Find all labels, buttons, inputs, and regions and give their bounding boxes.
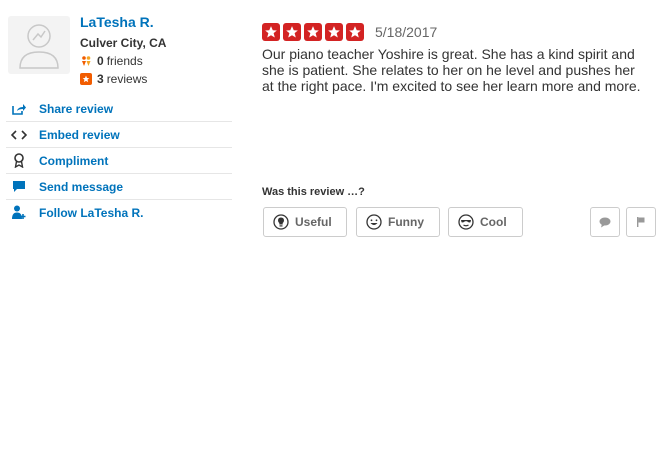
- cool-button[interactable]: Cool: [448, 207, 523, 237]
- user-name[interactable]: LaTesha R.: [80, 14, 154, 30]
- compliment-icon: [9, 153, 29, 169]
- comment-button[interactable]: [590, 207, 620, 237]
- star-icon: [346, 23, 364, 41]
- friends-count: 0 friends: [80, 54, 143, 68]
- share-review-label: Share review: [39, 101, 114, 116]
- friends-count-value: 0: [97, 54, 104, 68]
- compliment-label: Compliment: [39, 153, 109, 168]
- flag-icon: [637, 217, 645, 227]
- flag-button[interactable]: [626, 207, 656, 237]
- user-location: Culver City, CA: [80, 36, 167, 50]
- sunglasses-icon: [458, 214, 474, 230]
- embed-review-label: Embed review: [39, 127, 120, 142]
- star-icon: [283, 23, 301, 41]
- follow-user-label: Follow LaTesha R.: [39, 205, 144, 220]
- send-message-label: Send message: [39, 179, 124, 194]
- star-icon: [304, 23, 322, 41]
- avatar-placeholder-icon: [19, 24, 59, 69]
- rating-stars: [262, 23, 367, 41]
- star-badge-icon: [80, 73, 92, 85]
- review-actions: Share review Embed review Compliment Sen…: [6, 96, 232, 225]
- embed-icon: [9, 127, 29, 143]
- reviews-count-label: reviews: [106, 72, 148, 86]
- user-avatar[interactable]: [8, 16, 70, 74]
- send-message-link[interactable]: Send message: [6, 174, 232, 200]
- follow-user-link[interactable]: Follow LaTesha R.: [6, 200, 232, 225]
- follow-icon: [9, 205, 29, 221]
- embed-review-link[interactable]: Embed review: [6, 122, 232, 148]
- reviews-count: 3 reviews: [80, 72, 147, 86]
- funny-label: Funny: [388, 215, 424, 229]
- feedback-prompt: Was this review …?: [262, 186, 365, 198]
- friends-icon: [82, 56, 91, 66]
- cool-label: Cool: [480, 215, 507, 229]
- review-text: Our piano teacher Yoshire is great. She …: [262, 46, 641, 94]
- compliment-link[interactable]: Compliment: [6, 148, 232, 174]
- share-review-link[interactable]: Share review: [6, 96, 232, 122]
- funny-button[interactable]: Funny: [356, 207, 440, 237]
- review-date: 5/18/2017: [375, 24, 438, 40]
- star-icon: [262, 23, 280, 41]
- message-icon: [9, 179, 29, 195]
- reviews-count-value: 3: [97, 72, 104, 86]
- star-icon: [325, 23, 343, 41]
- smiley-icon: [366, 214, 382, 230]
- speech-bubble-icon: [599, 217, 611, 227]
- share-icon: [9, 101, 29, 117]
- friends-count-label: friends: [106, 54, 143, 68]
- lightbulb-icon: [273, 214, 289, 230]
- useful-label: Useful: [295, 215, 332, 229]
- useful-button[interactable]: Useful: [263, 207, 347, 237]
